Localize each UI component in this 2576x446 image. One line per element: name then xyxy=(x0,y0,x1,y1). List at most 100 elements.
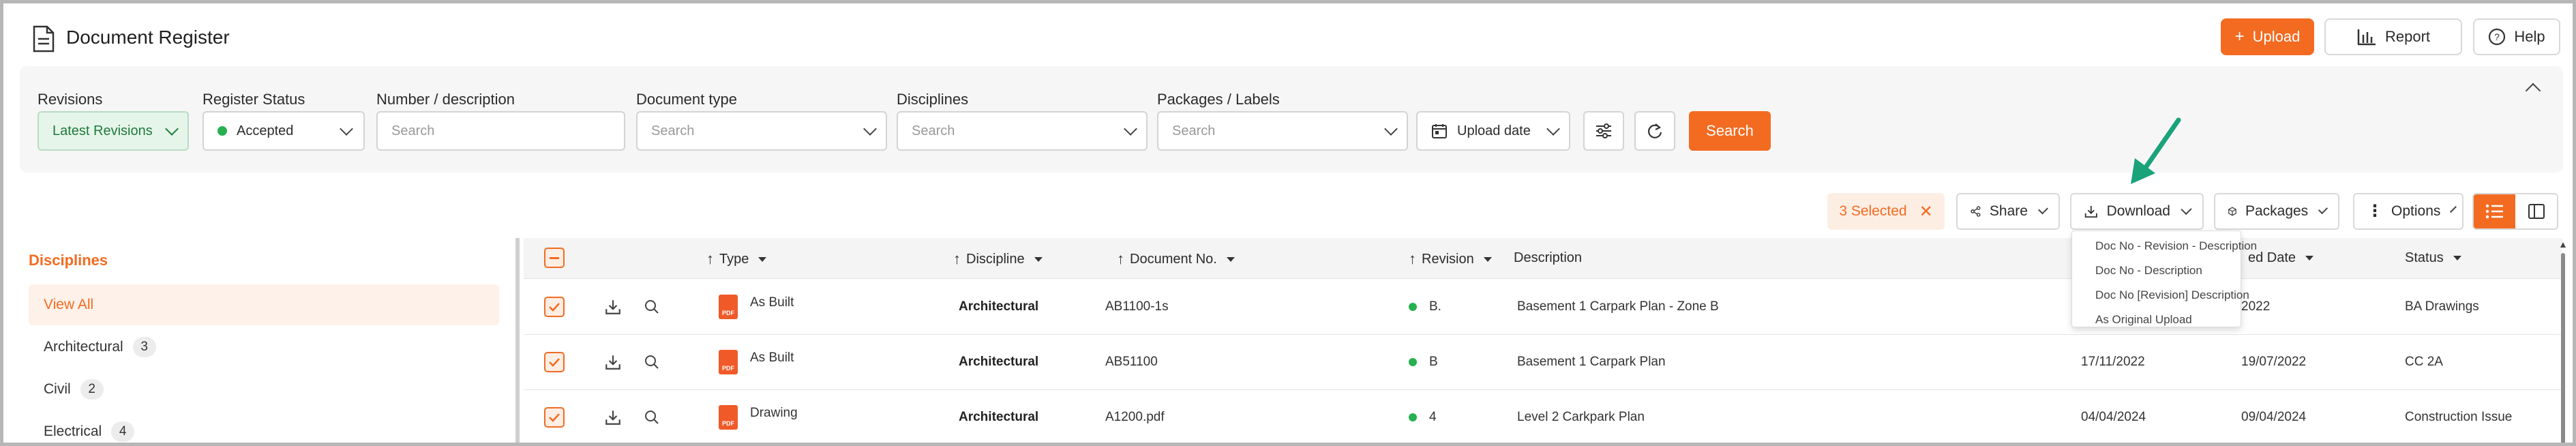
menu-item-doc-no-bracket-revision-description[interactable]: Doc No [Revision] Description xyxy=(2072,283,2249,308)
checkbox-indeterminate-icon xyxy=(544,248,565,268)
select-all-checkbox[interactable] xyxy=(544,248,565,268)
download-button[interactable]: Download xyxy=(2070,193,2204,230)
column-header-discipline[interactable]: ↑ Discipline xyxy=(953,250,1043,268)
sidebar-item-view-all[interactable]: View All xyxy=(29,284,499,325)
column-header-label: Status xyxy=(2405,250,2444,265)
report-button[interactable]: Report xyxy=(2324,18,2462,55)
document-type-placeholder: Search xyxy=(651,123,695,138)
app-window: Document Register + Upload Report ? Help xyxy=(0,0,2576,446)
row-document-no[interactable]: AB51100 xyxy=(1105,335,1158,389)
document-type-label: Document type xyxy=(636,91,737,108)
sidebar-item-civil[interactable]: Civil 2 xyxy=(29,369,499,410)
download-label: Download xyxy=(2106,203,2170,219)
list-icon xyxy=(2485,204,2503,219)
chevron-down-icon xyxy=(1546,122,1560,136)
sidebar-item-architectural[interactable]: Architectural 3 xyxy=(29,327,499,368)
checkmark-icon xyxy=(544,407,565,428)
row-document-no[interactable]: AB1100-1s xyxy=(1105,280,1169,334)
plus-icon: + xyxy=(2234,27,2245,46)
split-view-button[interactable] xyxy=(2515,194,2557,228)
column-header-label: Discipline xyxy=(966,251,1025,267)
search-button[interactable]: Search xyxy=(1689,111,1771,151)
row-revision: 4 xyxy=(1409,390,1437,443)
pdf-file-icon: PDF xyxy=(719,405,738,430)
table-row[interactable]: PDF Drawing Architectural A1200.pdf 4 Le… xyxy=(524,390,2562,443)
package-icon xyxy=(2228,207,2236,216)
row-download-icon[interactable] xyxy=(604,335,622,389)
upload-date-select[interactable]: Upload date xyxy=(1416,111,1570,151)
row-description: Level 2 Carkpark Plan xyxy=(1517,410,1645,424)
collapse-filters-icon[interactable] xyxy=(2525,83,2541,99)
share-button[interactable]: Share xyxy=(1956,193,2060,230)
revision-text: B xyxy=(1429,355,1438,369)
selected-count-badge[interactable]: 3 Selected ✕ xyxy=(1827,193,1945,230)
menu-item-doc-no-description[interactable]: Doc No - Description xyxy=(2072,258,2241,283)
row-download-icon[interactable] xyxy=(604,390,622,443)
document-type-select[interactable]: Search xyxy=(636,111,887,151)
disciplines-select[interactable]: Search xyxy=(897,111,1148,151)
register-status-select[interactable]: Accepted xyxy=(203,111,365,151)
share-label: Share xyxy=(1989,203,2028,219)
document-table: ↑ Type ↑ Discipline ↑ Document No. ↑ Rev… xyxy=(524,238,2562,443)
packages-labels-select[interactable]: Search xyxy=(1157,111,1408,151)
row-checkbox[interactable] xyxy=(544,390,565,443)
sidebar-item-count: 4 xyxy=(111,421,135,442)
upload-button[interactable]: + Upload xyxy=(2221,18,2314,55)
column-header-date[interactable]: ed Date xyxy=(2248,250,2314,266)
column-header-description[interactable]: Description xyxy=(1514,250,1582,266)
number-description-input[interactable]: Search xyxy=(376,111,625,151)
selected-count-label: 3 Selected xyxy=(1839,203,1907,219)
sidebar-item-count: 2 xyxy=(80,379,104,400)
help-button[interactable]: ? Help xyxy=(2473,18,2560,55)
sidebar-item-label: Civil xyxy=(44,381,71,397)
sort-up-icon: ↑ xyxy=(953,250,961,267)
row-download-icon[interactable] xyxy=(604,280,622,334)
options-button[interactable]: ⋮ Options xyxy=(2353,193,2463,230)
disciplines-sidebar: Disciplines View All Architectural 3 Civ… xyxy=(7,238,520,443)
sidebar-item-label: Electrical xyxy=(44,423,102,439)
column-header-type[interactable]: ↑ Type xyxy=(706,250,767,268)
menu-item-doc-no-revision-description[interactable]: Doc No - Revision - Description xyxy=(2072,234,2257,258)
revisions-select[interactable]: Latest Revisions xyxy=(38,111,189,151)
menu-item-as-original-upload[interactable]: As Original Upload xyxy=(2072,308,2241,332)
table-row[interactable]: PDF As Built Architectural AB1100-1s B. … xyxy=(524,280,2562,335)
type-text: As Built xyxy=(750,295,794,310)
table-row[interactable]: PDF As Built Architectural AB51100 B Bas… xyxy=(524,335,2562,390)
register-status-value: Accepted xyxy=(237,123,294,138)
caret-down-icon xyxy=(1034,256,1043,262)
revisions-label: Revisions xyxy=(38,91,103,108)
page-title: Document Register xyxy=(66,27,230,48)
table-scrollbar[interactable] xyxy=(2558,238,2568,443)
reset-filters-button[interactable] xyxy=(1634,111,1675,151)
chevron-down-icon xyxy=(2181,203,2192,215)
refresh-icon xyxy=(1647,123,1662,138)
filter-settings-button[interactable] xyxy=(1583,111,1624,151)
sidebar-item-electrical[interactable]: Electrical 4 xyxy=(29,411,499,443)
status-dot-icon xyxy=(1409,413,1417,421)
list-view-button[interactable] xyxy=(2474,194,2515,228)
column-header-status[interactable]: Status xyxy=(2405,250,2461,266)
row-type: PDF As Built xyxy=(719,335,794,389)
packages-button[interactable]: Packages xyxy=(2214,193,2339,230)
row-checkbox[interactable] xyxy=(544,280,565,334)
packages-label: Packages xyxy=(2245,203,2309,219)
chevron-down-icon xyxy=(2318,204,2328,215)
calendar-icon xyxy=(1432,124,1447,138)
row-checkbox[interactable] xyxy=(544,335,565,389)
row-preview-search-icon[interactable] xyxy=(644,335,660,389)
sidebar-title: Disciplines xyxy=(29,252,108,269)
help-icon: ? xyxy=(2489,28,2506,46)
column-header-document-no[interactable]: ↑ Document No. xyxy=(1117,250,1235,268)
sort-up-icon: ↑ xyxy=(706,250,714,267)
download-icon xyxy=(2084,205,2097,218)
clear-selection-icon[interactable]: ✕ xyxy=(1919,202,1933,222)
status-dot-icon xyxy=(1409,303,1417,311)
row-document-no[interactable]: A1200.pdf xyxy=(1105,390,1165,443)
column-header-revision[interactable]: ↑ Revision xyxy=(1409,250,1492,268)
row-discipline: Architectural xyxy=(959,299,1039,314)
row-preview-search-icon[interactable] xyxy=(644,390,660,443)
row-preview-search-icon[interactable] xyxy=(644,280,660,334)
packages-labels-label: Packages / Labels xyxy=(1157,91,1280,108)
row-discipline: Architectural xyxy=(959,355,1039,369)
download-format-menu: Doc No - Revision - Description Doc No -… xyxy=(2071,231,2257,327)
